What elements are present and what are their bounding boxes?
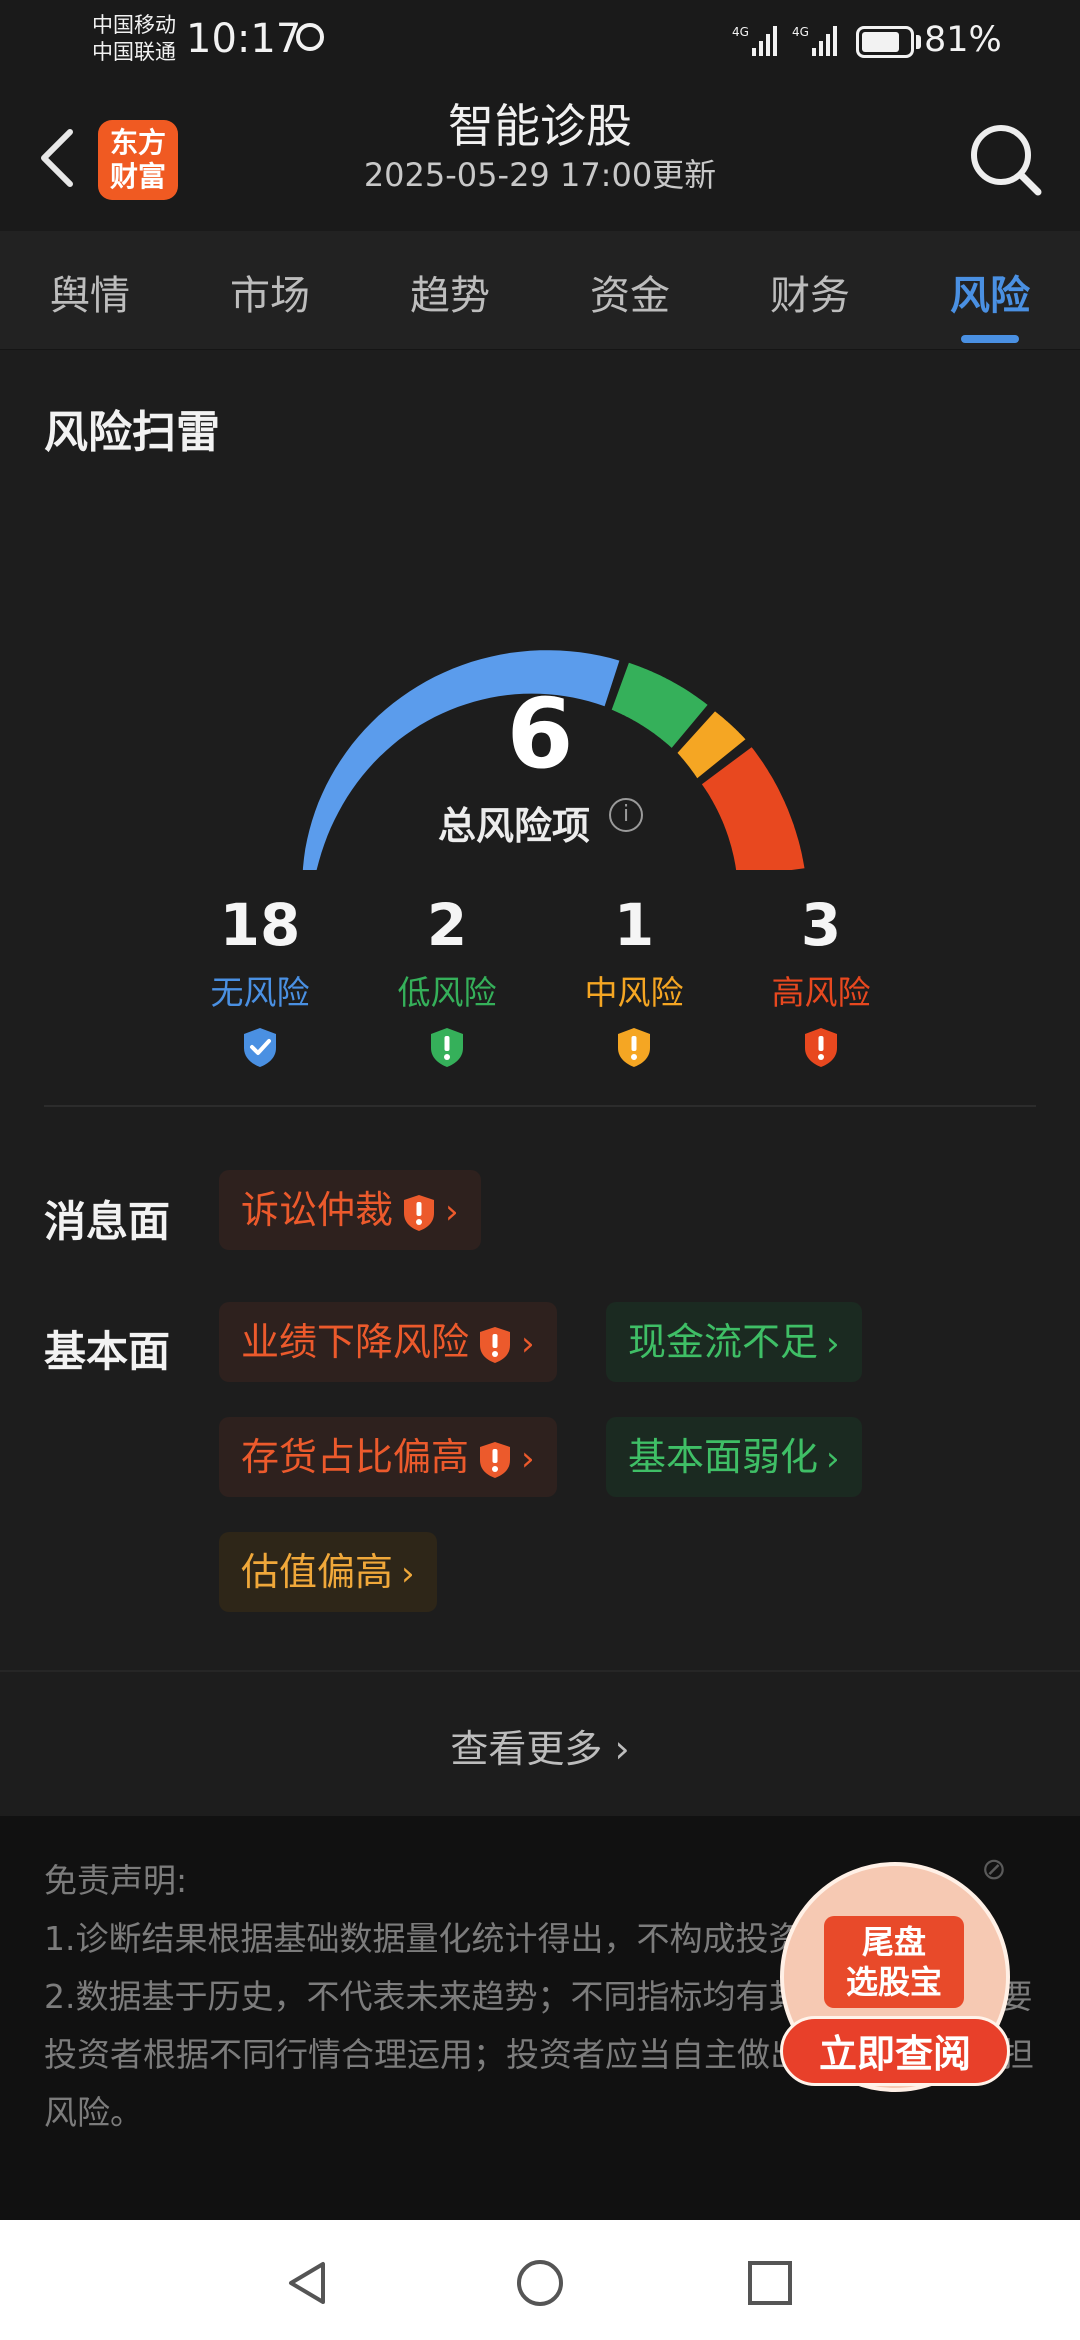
stat-count: 3 [800,891,842,959]
shield-exclamation-icon [618,1028,650,1067]
nav-home-icon[interactable] [515,2258,565,2308]
search-icon[interactable] [968,122,1044,198]
tab-sentiment[interactable]: 舆情 [25,263,155,321]
shield-exclamation-icon [404,1194,435,1231]
divider [44,1105,1036,1107]
tag-text: 诉讼仲裁 [241,1188,394,1232]
risk-gauge [302,650,805,870]
clock: 10:17 [186,16,302,62]
tag-text: 估值偏高 [241,1550,394,1594]
signal-icon: 4G [732,25,777,56]
chevron-right-icon: › [826,1324,840,1364]
signal-icon-2: 4G [792,25,837,56]
battery-percent: 81% [924,20,1002,60]
tab-financials[interactable]: 财务 [745,263,875,321]
total-risk-count: 6 [506,678,574,790]
risk-tag-inventory[interactable]: 存货占比偏高 › [219,1417,557,1497]
info-icon[interactable]: i [609,798,643,832]
stat-label: 中风险 [584,973,684,1012]
tag-text: 存货占比偏高 [241,1435,470,1479]
stat-no-risk[interactable]: 18 无风险 [170,890,350,1072]
stat-label: 高风险 [771,973,871,1012]
tab-funds[interactable]: 资金 [565,263,695,321]
fundamental-category-label: 基本面 [44,1327,171,1376]
risk-card: 风险扫雷 6 总风险项 i 18 无风险 2 低风险 1 中风险 3 高风险 消… [0,350,1080,1670]
chevron-right-icon: › [401,1554,415,1594]
chevron-right-icon: › [826,1439,840,1479]
tab-risk[interactable]: 风险 [925,263,1055,321]
chevron-right-icon: › [521,1324,535,1364]
floating-promo[interactable]: 尾盘 选股宝 立即查阅 ⊘ [776,1850,1016,2100]
risk-tag-cash-flow[interactable]: 现金流不足 › [606,1302,862,1382]
system-nav-bar [0,2220,1080,2340]
shield-exclamation-icon [480,1326,511,1363]
promo-view-button[interactable]: 立即查阅 [780,2016,1010,2086]
carrier-1: 中国移动 [92,13,176,37]
nav-back-icon[interactable] [283,2258,333,2308]
network-1: 4G [732,25,749,39]
nav-recents-icon[interactable] [745,2258,795,2308]
tab-bar: 舆情 市场 趋势 资金 财务 风险 [0,231,1080,351]
tab-market[interactable]: 市场 [205,263,335,321]
shield-exclamation-icon [431,1028,463,1067]
chevron-right-icon: › [521,1439,535,1479]
tag-text: 现金流不足 [628,1320,819,1364]
total-risk-label: 总风险项 [438,804,591,848]
risk-tag-high-valuation[interactable]: 估值偏高 › [219,1532,437,1612]
stat-high-risk[interactable]: 3 高风险 [731,890,911,1072]
chevron-right-icon: › [614,1727,630,1771]
tag-text: 业绩下降风险 [241,1320,470,1364]
close-icon[interactable]: ⊘ [976,1852,1012,1888]
stat-medium-risk[interactable]: 1 中风险 [544,890,724,1072]
carrier-2: 中国联通 [92,40,176,64]
network-2: 4G [792,25,809,39]
stat-count: 1 [613,891,655,959]
news-category-label: 消息面 [44,1197,171,1246]
stat-count: 18 [219,891,301,959]
promo-title-line-2: 选股宝 [845,1963,942,2001]
see-more-button[interactable]: 查看更多 › [0,1670,1080,1818]
see-more-label: 查看更多 › [0,1718,1080,1773]
tag-text: 基本面弱化 [628,1435,819,1479]
shield-exclamation-icon [480,1441,511,1478]
carrier-labels: 中国移动 中国联通 [92,12,176,66]
shield-exclamation-icon [805,1028,837,1067]
stat-label: 无风险 [210,973,310,1012]
battery-icon [856,26,914,58]
promo-title-line-1: 尾盘 [861,1923,926,1961]
stat-low-risk[interactable]: 2 低风险 [357,890,537,1072]
header: 东方 财富 智能诊股 2025-05-29 17:00更新 [0,86,1080,231]
battery-fill [862,32,900,52]
risk-tag-litigation[interactable]: 诉讼仲裁 › [219,1170,481,1250]
page-title: 智能诊股 [448,99,632,153]
promo-title: 尾盘 选股宝 [824,1916,964,2008]
alarm-icon [296,23,324,51]
risk-tag-fundamental-weakening[interactable]: 基本面弱化 › [606,1417,862,1497]
risk-tag-earnings-decline[interactable]: 业绩下降风险 › [219,1302,557,1382]
battery-cap [916,35,921,49]
shield-check-icon [244,1028,276,1067]
active-tab-indicator [961,335,1019,343]
stat-label: 低风险 [397,973,497,1012]
stat-count: 2 [426,891,468,959]
see-more-text: 查看更多 [450,1727,603,1771]
chevron-right-icon: › [445,1192,459,1232]
update-time: 2025-05-29 17:00更新 [363,156,717,194]
status-bar: 中国移动 中国联通 10:17 4G 4G 81% [0,0,1080,86]
tab-trend[interactable]: 趋势 [385,263,515,321]
